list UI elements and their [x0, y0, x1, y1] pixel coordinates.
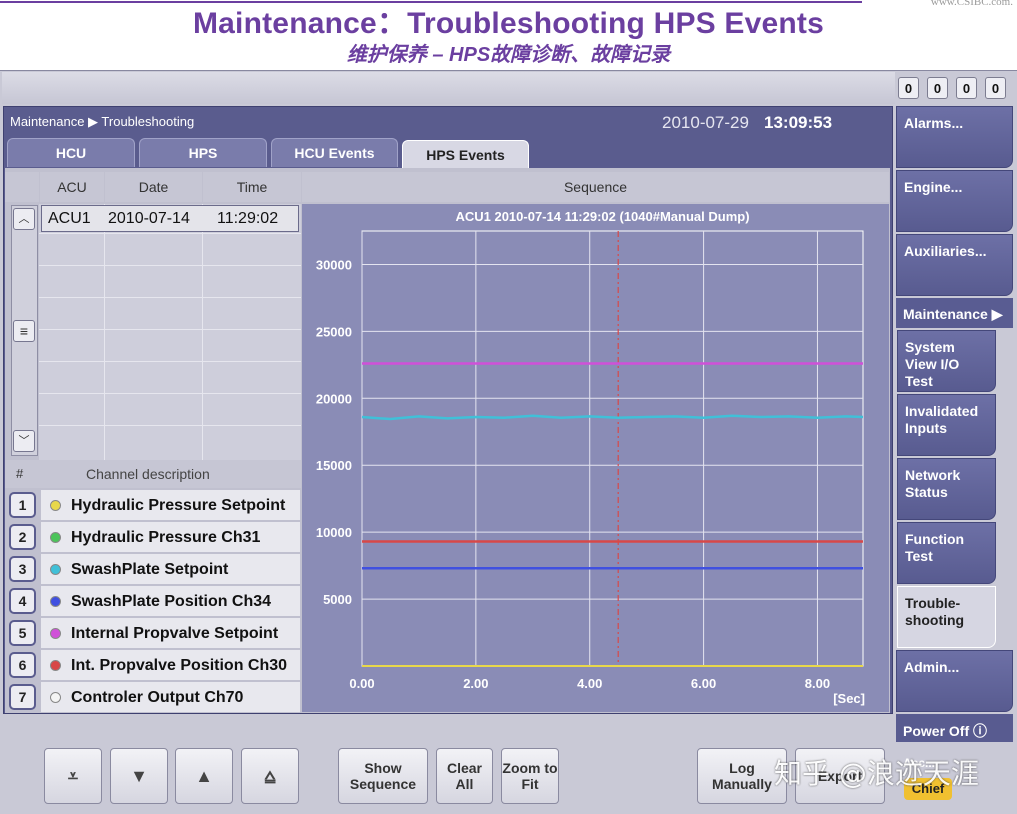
channel-label: Controler Output Ch70 [71, 689, 244, 706]
counter-box: 0 [927, 77, 948, 99]
cell-time: 11:29:02 [217, 210, 279, 227]
channel-color-dot [50, 564, 61, 575]
menu-auxiliaries[interactable]: Auxiliaries... [896, 234, 1013, 296]
cell-date: 2010-07-14 [108, 210, 190, 227]
channel-label: Int. Propvalve Position Ch30 [71, 657, 288, 674]
menu-alarms[interactable]: Alarms... [896, 106, 1013, 168]
x-tick-label: 8.00 [805, 676, 830, 691]
corner-url-text: www.CSIBC.com. [930, 0, 1013, 8]
menu-engine[interactable]: Engine... [896, 170, 1013, 232]
channel-color-dot [50, 500, 61, 511]
current-date: 2010-07-29 [662, 113, 749, 132]
double-chevron-up-icon: ⩠ [264, 766, 276, 786]
scroll-down-button[interactable]: ﹀ [13, 430, 35, 452]
x-tick-label: 2.00 [463, 676, 488, 691]
x-tick-label: 6.00 [691, 676, 716, 691]
counter-box: 0 [985, 77, 1006, 99]
y-tick-label: 25000 [316, 324, 352, 339]
chevron-down-icon: ▼ [130, 766, 148, 786]
scroll-up-toolbar-button[interactable]: ▲ [175, 748, 233, 804]
double-chevron-down-icon: ⩡ [67, 766, 79, 786]
x-axis-unit-label: [Sec] [833, 691, 865, 706]
page-bottom-button[interactable]: ⩡ [44, 748, 102, 804]
channel-label: Hydraulic Pressure Setpoint [71, 497, 286, 514]
channel-label: Internal Propvalve Setpoint [71, 625, 279, 642]
grid-line [39, 329, 301, 330]
channel-number-button[interactable]: 1 [9, 492, 36, 518]
column-spacer [5, 172, 39, 202]
y-tick-label: 15000 [316, 458, 352, 473]
channel-color-dot [50, 596, 61, 607]
channel-num-header: # [16, 466, 24, 481]
chart-svg: 5000 10000 15000 20000 25000 30000 0.00 2.00 4.0… [316, 209, 865, 706]
menu-maintenance[interactable]: Maintenance ▶ [896, 298, 1013, 328]
grid-line [39, 393, 301, 394]
counter-box: 0 [956, 77, 977, 99]
slide-title: Maintenance：Troubleshooting HPS Events [192, 7, 825, 40]
column-header-date: Date [105, 172, 202, 202]
grid-line [39, 361, 301, 362]
sequence-chart: 5000 10000 15000 20000 25000 30000 0.00 2.00 4.0… [302, 204, 889, 712]
channel-color-dot [50, 532, 61, 543]
scroll-up-button[interactable]: ︿ [13, 208, 35, 230]
menu-invalidated-inputs[interactable]: Invalidated Inputs [897, 394, 996, 456]
x-tick-label: 4.00 [577, 676, 602, 691]
tab-hcu[interactable]: HCU [7, 138, 135, 167]
y-tick-label: 30000 [316, 257, 352, 272]
channel-number-button[interactable]: 2 [9, 524, 36, 550]
channel-desc-header: Channel description [86, 466, 210, 482]
tab-hcu-events[interactable]: HCU Events [271, 138, 398, 167]
power-off-button[interactable]: Power Off ⓘ [896, 714, 1013, 744]
menu-troubleshooting[interactable]: Trouble-shooting [897, 586, 996, 648]
chart-title: ACU1 2010-07-14 11:29:02 (1040#Manual Du… [455, 209, 749, 224]
grid-line [202, 204, 203, 460]
breadcrumb: Maintenance ▶ Troubleshooting [10, 114, 195, 129]
clear-all-button[interactable]: Clear All [436, 748, 493, 804]
y-tick-label: 20000 [316, 391, 352, 406]
grid-line [39, 297, 301, 298]
watermark-text: 知乎 @浪迹天涯 [774, 757, 979, 790]
y-tick-label: 10000 [316, 525, 352, 540]
channel-color-dot [50, 692, 61, 703]
chevron-up-icon: ▲ [195, 766, 213, 786]
tab-hps-events[interactable]: HPS Events [402, 140, 529, 168]
page-top-button[interactable]: ⩠ [241, 748, 299, 804]
column-header-time: Time [203, 172, 301, 202]
plot-area [361, 230, 864, 667]
cell-acu: ACU1 [48, 210, 91, 227]
status-strip [5, 714, 890, 742]
grid-line [39, 265, 301, 266]
slide-subtitle: 维护保养 – HPS故障诊断、故障记录 [346, 44, 671, 66]
menu-function-test[interactable]: Function Test [897, 522, 996, 584]
grid-line [104, 204, 105, 460]
x-tick-label: 0.00 [349, 676, 374, 691]
y-tick-label: 5000 [323, 592, 352, 607]
channel-number-button[interactable]: 3 [9, 556, 36, 582]
counter-box: 0 [898, 77, 919, 99]
column-header-sequence: Sequence [302, 172, 889, 202]
show-sequence-button[interactable]: Show Sequence [338, 748, 428, 804]
menu-network-status[interactable]: Network Status [897, 458, 996, 520]
channel-number-button[interactable]: 4 [9, 588, 36, 614]
grid-line [39, 233, 301, 234]
top-bar [2, 72, 895, 104]
scroll-down-toolbar-button[interactable]: ▼ [110, 748, 168, 804]
menu-admin[interactable]: Admin... [896, 650, 1013, 712]
channel-label: SwashPlate Position Ch34 [71, 593, 272, 610]
event-list [39, 204, 301, 460]
channel-number-button[interactable]: 5 [9, 620, 36, 646]
zoom-to-fit-button[interactable]: Zoom to Fit [501, 748, 559, 804]
channel-number-button[interactable]: 6 [9, 652, 36, 678]
tab-hps[interactable]: HPS [139, 138, 267, 167]
channel-label: Hydraulic Pressure Ch31 [71, 529, 261, 546]
current-time: 13:09:53 [764, 113, 833, 132]
channel-color-dot [50, 660, 61, 671]
scroll-thumb[interactable]: ≡ [13, 320, 35, 342]
channel-number-button[interactable]: 7 [9, 684, 36, 710]
channel-color-dot [50, 628, 61, 639]
grid-line [39, 425, 301, 426]
channel-label: SwashPlate Setpoint [71, 561, 229, 578]
column-header-acu: ACU [40, 172, 104, 202]
menu-system-view[interactable]: System View I/O Test [897, 330, 996, 392]
